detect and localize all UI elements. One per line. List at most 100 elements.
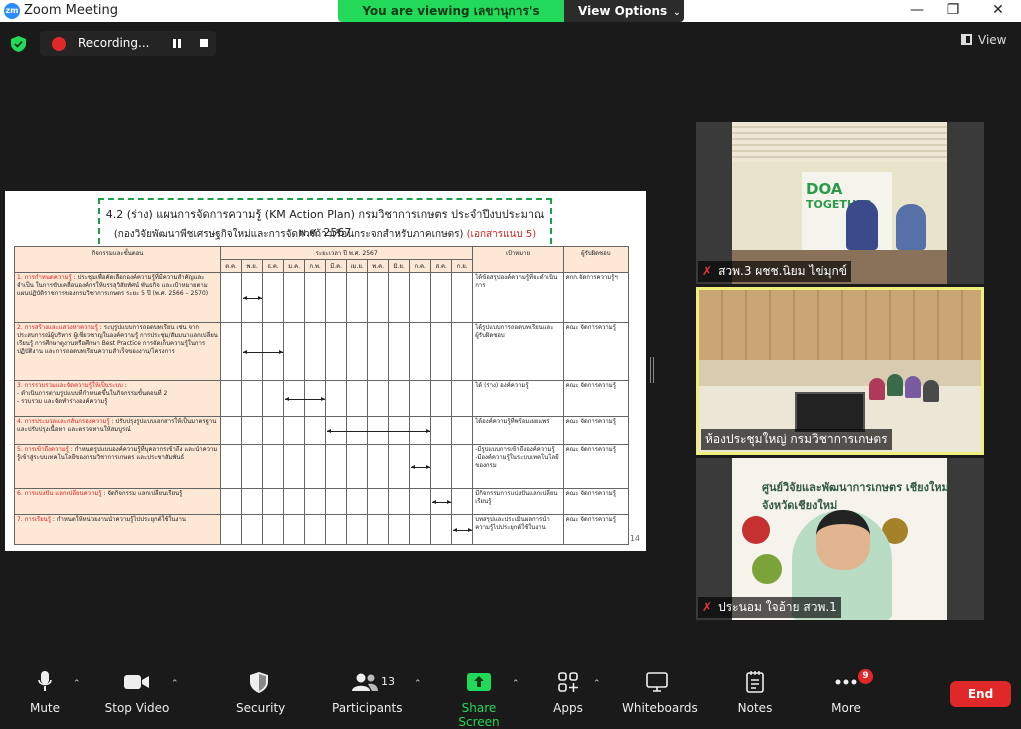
view-button[interactable]: View <box>961 33 1006 47</box>
table-row: 6. การแบ่งปัน แลกเปลี่ยนความรู้ : จัดกิจ… <box>13 488 630 515</box>
person-figure <box>923 380 939 402</box>
activity-cell: 1. การกำหนดความรู้ : ประชุมเพื่อคัดเลือก… <box>13 272 222 323</box>
table-row: 4. การประมวลและกลั่นกรองความรู้ : ปรับปร… <box>13 416 630 445</box>
timeline-arrow <box>432 500 452 504</box>
doc-subtitle-text: (กองวิจัยพัฒนาพืชเศรษฐกิจใหม่และการจัดกา… <box>113 229 464 240</box>
month-cell <box>409 322 432 381</box>
participant-video-1[interactable]: DOA TOGETHER ✗ สวพ.3 ผชช.นิยม ไข่มุกข์ <box>696 122 984 284</box>
window-blind <box>732 122 947 162</box>
doc-subtitle-note: (เอกสารแนบ 5) <box>466 229 537 240</box>
close-icon[interactable]: ✕ <box>983 2 1013 18</box>
month-cell <box>325 380 348 417</box>
month-cell <box>304 488 327 515</box>
month-cell <box>451 272 474 323</box>
month-header: พ.ค. <box>367 259 390 273</box>
month-cell <box>262 488 285 515</box>
stop-video-button[interactable]: Stop Video <box>104 671 170 715</box>
month-cell <box>262 380 285 417</box>
apps-button[interactable]: Apps <box>550 671 586 715</box>
monitor-screen <box>795 392 865 432</box>
responsible-cell: คณะ จัดการความรู้ <box>562 488 630 515</box>
goal-cell: ได้ (ร่าง) องค์ความรู้ <box>472 380 564 417</box>
month-header: มิ.ย. <box>388 259 411 273</box>
goal-cell: ได้องค์ความรู้ที่พร้อมเผยแพร่ <box>472 416 564 445</box>
muted-mic-icon: ✗ <box>702 600 713 614</box>
participant-video-3[interactable]: ศูนย์วิจัยและพัฒนาการเกษตร เชียงใหม่ จัง… <box>696 458 984 620</box>
banner-text-doa: DOA <box>806 180 843 198</box>
month-cell <box>220 444 243 489</box>
activity-label: 1. การกำหนดความรู้ <box>17 274 72 281</box>
apps-icon <box>558 672 578 692</box>
stop-recording-icon[interactable] <box>200 39 208 47</box>
month-cell <box>451 322 474 381</box>
responsible-cell: คณะ จัดการความรู้ <box>562 380 630 417</box>
notification-badge: 9 <box>858 669 873 684</box>
month-cell <box>388 380 411 417</box>
mute-button[interactable]: Mute <box>24 671 66 715</box>
participant-name: ประนอม ใจอ้าย สวพ.1 <box>718 600 837 614</box>
month-cell <box>409 444 432 489</box>
notes-button[interactable]: Notes <box>736 671 774 715</box>
goal-cell: ได้ข้อสรุปองค์ความรู้ที่จะดำเนินการ <box>472 272 564 323</box>
participants-options-caret[interactable]: ⌃ <box>414 679 422 689</box>
view-label: View <box>978 33 1007 47</box>
month-cell <box>430 272 453 323</box>
month-cell <box>325 444 348 489</box>
pause-recording-icon[interactable] <box>173 39 181 48</box>
table-row: 5. การเข้าถึงความรู้ : กำหนดรูปแบบองค์คว… <box>13 444 630 489</box>
month-cell <box>262 416 285 445</box>
backdrop-text: ศูนย์วิจัยและพัฒนาการเกษตร เชียงใหม่ จัง… <box>762 481 949 512</box>
activity-cell: 5. การเข้าถึงความรู้ : กำหนดรูปแบบองค์คว… <box>13 444 222 489</box>
month-cell <box>451 514 474 545</box>
share-banner: You are viewing เลขานุการ's screen View … <box>338 0 684 22</box>
encryption-shield-icon[interactable] <box>11 36 26 52</box>
month-cell <box>388 444 411 489</box>
maximize-icon[interactable]: ❐ <box>938 2 968 18</box>
month-cell <box>283 416 306 445</box>
person-figure <box>905 376 921 398</box>
month-cell <box>283 444 306 489</box>
month-cell <box>367 272 390 323</box>
share-screen-button[interactable]: Share Screen <box>442 671 516 729</box>
table-row: 3. การรวบรวมและจัดความรู้ให้เป็นระบบ : -… <box>13 380 630 417</box>
whiteboards-label: Whiteboards <box>622 701 698 715</box>
month-cell <box>367 514 390 545</box>
security-button[interactable]: Security <box>236 671 285 715</box>
responsible-cell: คณะ จัดการความรู้ <box>562 444 630 489</box>
month-cell <box>409 514 432 545</box>
minimize-icon[interactable]: — <box>902 2 932 18</box>
month-cell <box>262 272 285 323</box>
share-options-caret[interactable]: ⌃ <box>512 679 520 689</box>
month-cell <box>304 444 327 489</box>
person-head <box>816 510 870 570</box>
km-plan-table: กิจกรรมและขั้นตอน ระยะเวลา ปี พ.ศ. 2567 … <box>13 246 630 545</box>
month-cell <box>346 488 369 515</box>
apps-options-caret[interactable]: ⌃ <box>593 679 601 689</box>
activity-cell: 4. การประมวลและกลั่นกรองความรู้ : ปรับปร… <box>13 416 222 445</box>
video-options-caret[interactable]: ⌃ <box>171 679 179 689</box>
participant-count: 13 <box>381 675 395 688</box>
view-options-button[interactable]: View Options ⌄ <box>564 0 684 22</box>
end-meeting-button[interactable]: End <box>950 681 1011 707</box>
timeline-arrow <box>243 296 263 300</box>
audio-options-caret[interactable]: ⌃ <box>73 679 81 689</box>
month-cell <box>346 444 369 489</box>
month-header: มี.ค. <box>325 259 348 273</box>
whiteboards-button[interactable]: Whiteboards <box>622 671 698 715</box>
month-cell <box>430 514 453 545</box>
whiteboard-icon <box>646 672 668 692</box>
security-shield-icon <box>250 671 268 693</box>
window-title: Zoom Meeting <box>24 3 119 18</box>
responsible-cell: คกก.จัดการความรู้ฯ <box>562 272 630 323</box>
month-cell <box>304 322 327 381</box>
participant-video-2-active-speaker[interactable]: ห้องประชุมใหญ่ กรมวิชาการเกษตร <box>696 287 984 455</box>
activity-text: : จัดกิจกรรม แลกเปลี่ยนเรียนรู้ <box>101 490 183 497</box>
month-cell <box>220 416 243 445</box>
header-goal: เป้าหมาย <box>472 246 564 273</box>
split-resize-handle[interactable] <box>650 357 654 383</box>
activity-label: 3. การรวบรวมและจัดความรู้ให้เป็นระบบ <box>17 382 123 389</box>
month-cell <box>220 322 243 381</box>
month-cell <box>367 488 390 515</box>
month-cell <box>262 514 285 545</box>
notes-icon <box>746 671 764 693</box>
